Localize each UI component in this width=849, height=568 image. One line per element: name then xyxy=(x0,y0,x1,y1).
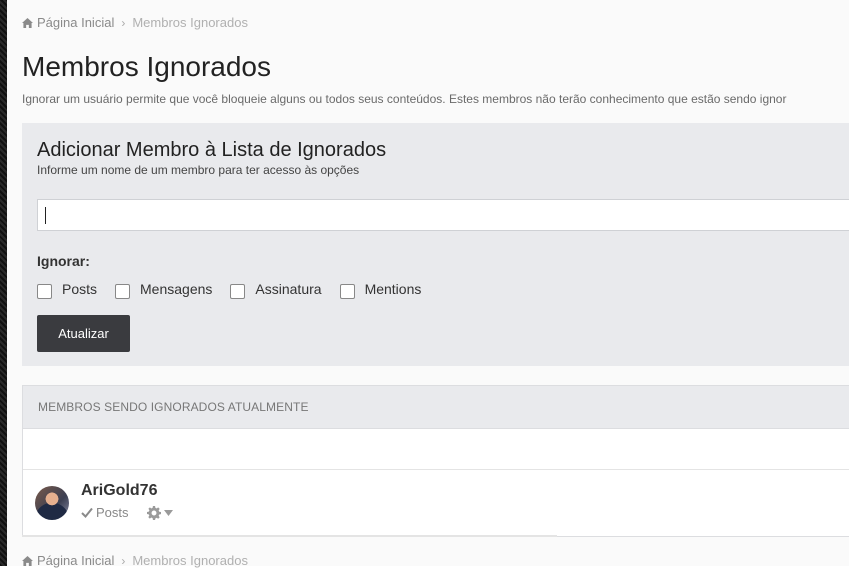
member-name-link[interactable]: AriGold76 xyxy=(81,482,157,500)
page-container: Página Inicial › Membros Ignorados Membr… xyxy=(7,0,849,568)
mentions-label: Mentions xyxy=(364,281,422,297)
update-button[interactable]: Atualizar xyxy=(37,315,130,352)
text-cursor xyxy=(45,207,46,224)
ignored-list-spacer xyxy=(23,429,849,470)
caret-down-icon xyxy=(163,509,173,516)
ignore-option-posts[interactable]: Posts xyxy=(37,281,98,299)
home-icon xyxy=(22,555,33,566)
list-bottom-divider xyxy=(22,535,557,537)
ignore-option-mentions[interactable]: Mentions xyxy=(339,281,422,299)
add-ignored-member-panel: Adicionar Membro à Lista de Ignorados In… xyxy=(22,123,849,366)
page-title: Membros Ignorados xyxy=(22,51,272,82)
breadcrumb-current: Membros Ignorados xyxy=(132,15,248,30)
member-name-input[interactable] xyxy=(37,199,849,231)
add-panel-subtitle: Informe um nome de um membro para ter ac… xyxy=(37,163,360,177)
gear-icon xyxy=(146,505,161,520)
mentions-checkbox[interactable] xyxy=(339,283,355,299)
page-description: Ignorar um usuário permite que você bloq… xyxy=(22,92,787,106)
ignore-option-messages[interactable]: Mensagens xyxy=(115,281,213,299)
add-panel-title: Adicionar Membro à Lista de Ignorados xyxy=(37,139,387,161)
home-icon xyxy=(22,17,33,28)
check-icon xyxy=(81,507,93,518)
ignore-label: Ignorar: xyxy=(37,253,90,269)
signature-label: Assinatura xyxy=(255,281,322,297)
breadcrumb-home-link[interactable]: Página Inicial xyxy=(37,15,114,30)
ignored-members-list: MEMBROS SENDO IGNORADOS ATUALMENTE AriGo… xyxy=(22,385,849,537)
messages-checkbox[interactable] xyxy=(115,283,131,299)
ignored-type-label: Posts xyxy=(96,505,129,520)
posts-label: Posts xyxy=(62,281,98,297)
member-options-menu[interactable] xyxy=(146,505,173,520)
avatar[interactable] xyxy=(35,486,69,520)
messages-label: Mensagens xyxy=(140,281,213,297)
left-edge-strip xyxy=(0,0,7,566)
breadcrumb: Página Inicial › Membros Ignorados xyxy=(22,15,248,30)
breadcrumb-separator-icon: › xyxy=(121,553,126,568)
signature-checkbox[interactable] xyxy=(230,283,246,299)
ignore-option-signature[interactable]: Assinatura xyxy=(230,281,322,299)
posts-checkbox[interactable] xyxy=(37,283,52,299)
breadcrumb-separator-icon: › xyxy=(121,15,126,30)
member-ignore-status: Posts xyxy=(81,505,173,520)
list-item: AriGold76 Posts xyxy=(23,470,849,536)
ignored-list-header: MEMBROS SENDO IGNORADOS ATUALMENTE xyxy=(23,386,849,429)
ignore-options: Posts Mensagens Assinatura Mentions xyxy=(37,281,439,299)
